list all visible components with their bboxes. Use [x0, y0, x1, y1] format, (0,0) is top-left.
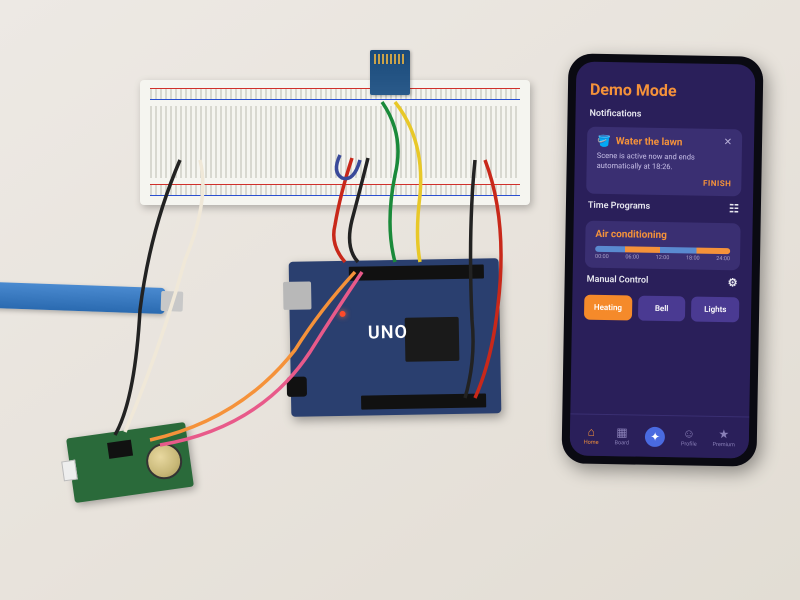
- heating-button[interactable]: Heating: [584, 294, 632, 320]
- app-title: Demo Mode: [576, 61, 756, 109]
- gear-icon[interactable]: ⚙: [728, 276, 738, 289]
- arduino-label: UNO: [368, 322, 408, 344]
- tick-2: 12:00: [656, 254, 670, 260]
- star-icon: ✦: [645, 426, 665, 446]
- rtc-coin-battery: [144, 441, 185, 482]
- smartphone: Demo Mode Notifications 🪣 Water the lawn…: [561, 53, 763, 466]
- arduino-power-jack: [287, 377, 307, 397]
- manual-buttons-row: Heating Bell Lights: [572, 290, 752, 326]
- breadboard-power-rail-top: [150, 88, 520, 100]
- arduino-digital-header: [349, 264, 484, 280]
- notification-title: 🪣 Water the lawn: [597, 135, 732, 150]
- home-icon: ⌂: [588, 425, 595, 439]
- bottom-nav: ⌂ Home ▦ Board ✦ ☺ Profile ★ Premium: [570, 413, 750, 458]
- time-programs-section-label: Time Programs ☷: [574, 197, 753, 219]
- nav-premium[interactable]: ★ Premium: [713, 427, 736, 448]
- manual-label-text: Manual Control: [587, 275, 649, 286]
- notification-card[interactable]: 🪣 Water the lawn ✕ Scene is active now a…: [586, 127, 742, 196]
- tick-0: 00:00: [595, 253, 609, 259]
- nav-profile[interactable]: ☺ Profile: [681, 426, 697, 447]
- arduino-mcu-chip: [405, 317, 460, 362]
- sliders-icon[interactable]: ☷: [729, 202, 739, 215]
- breadboard-power-rail-bottom: [150, 184, 520, 196]
- rtc-ic-chip: [107, 440, 133, 459]
- profile-icon: ☺: [683, 426, 696, 440]
- lights-button[interactable]: Lights: [691, 296, 739, 322]
- nav-premium-label: Premium: [713, 442, 735, 448]
- arduino-power-led: [340, 311, 346, 317]
- nav-board[interactable]: ▦ Board: [614, 425, 629, 446]
- notifications-label-text: Notifications: [589, 109, 641, 120]
- bluetooth-module: [370, 50, 410, 95]
- schedule-timeline[interactable]: [595, 245, 730, 253]
- nav-home-label: Home: [584, 440, 599, 446]
- rtc-connector: [61, 460, 78, 482]
- nav-board-label: Board: [614, 440, 629, 446]
- time-program-card[interactable]: Air conditioning 00:00 06:00 12:00 18:00…: [585, 220, 741, 270]
- nav-profile-label: Profile: [681, 441, 697, 447]
- finish-button[interactable]: FINISH: [596, 176, 731, 187]
- rtc-module: [66, 422, 194, 503]
- premium-icon: ★: [718, 427, 729, 441]
- tick-1: 06:00: [625, 254, 639, 260]
- phone-screen[interactable]: Demo Mode Notifications 🪣 Water the lawn…: [570, 61, 756, 458]
- time-programs-label-text: Time Programs: [588, 201, 650, 212]
- notification-body: Scene is active now and ends automatical…: [597, 151, 732, 173]
- nav-center[interactable]: ✦: [645, 426, 665, 446]
- usb-cable: [0, 282, 165, 314]
- tick-4: 24:00: [716, 255, 730, 261]
- close-icon[interactable]: ✕: [724, 137, 733, 148]
- breadboard-tie-points: [150, 106, 520, 178]
- timeline-ticks: 00:00 06:00 12:00 18:00 24:00: [595, 253, 730, 261]
- notification-title-text: Water the lawn: [616, 136, 683, 148]
- arduino-usb-port: [283, 281, 311, 309]
- nav-home[interactable]: ⌂ Home: [584, 425, 599, 446]
- breadboard: [140, 80, 530, 205]
- arduino-board: UNO: [289, 258, 502, 417]
- tick-3: 18:00: [686, 255, 700, 261]
- time-program-title: Air conditioning: [595, 228, 730, 241]
- board-icon: ▦: [616, 425, 628, 439]
- arduino-analog-header: [361, 393, 486, 409]
- watering-can-icon: 🪣: [597, 135, 611, 148]
- bell-button[interactable]: Bell: [638, 295, 686, 321]
- notifications-section-label: Notifications: [575, 106, 754, 125]
